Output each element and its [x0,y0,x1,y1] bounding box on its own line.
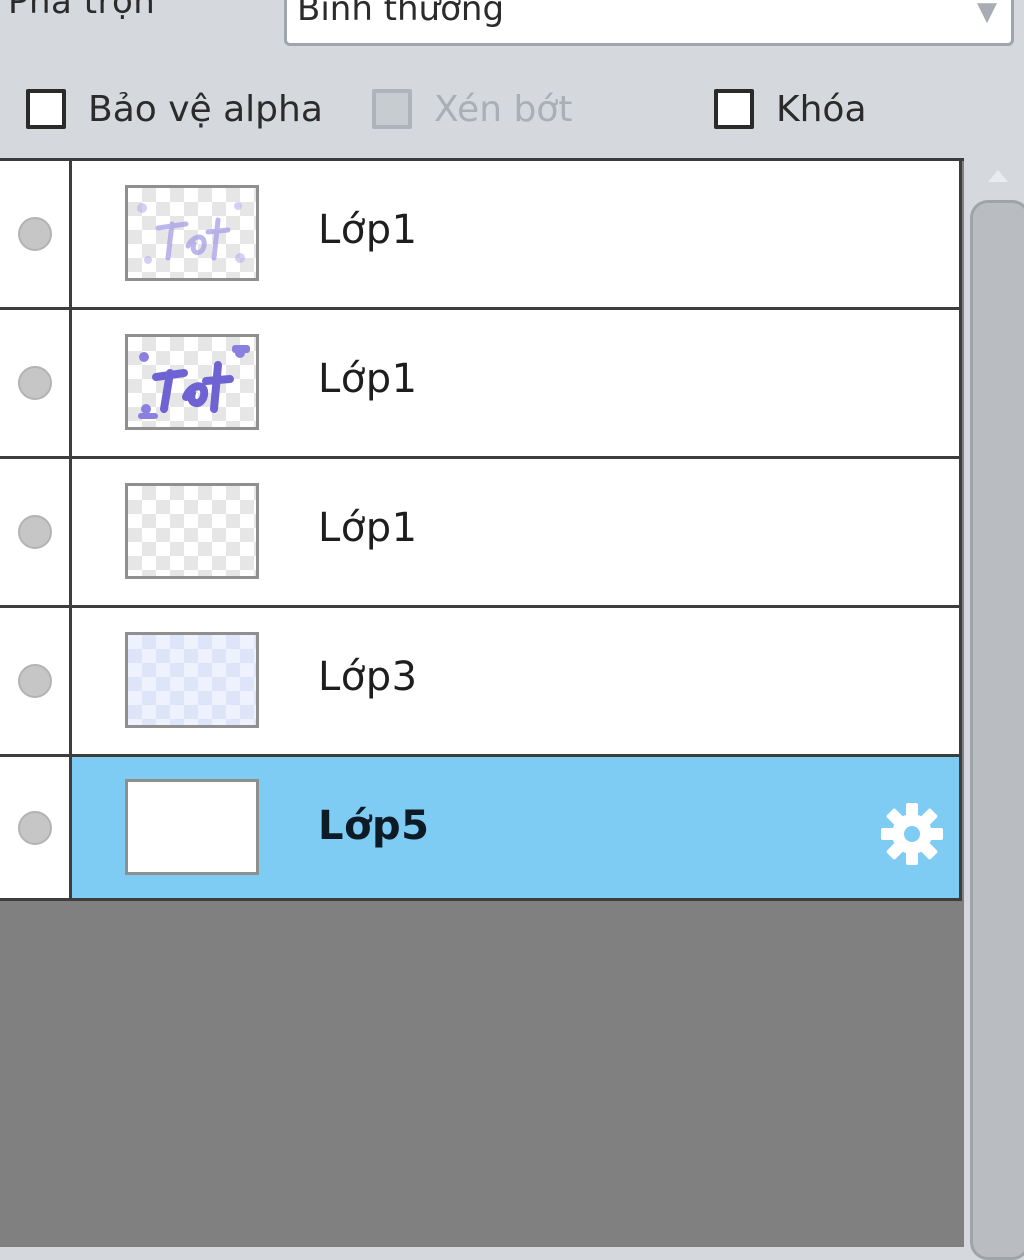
scrollbar-thumb[interactable] [970,200,1024,1260]
clip-option: Xén bớt [372,84,572,134]
layer-name: Lớp1 [318,207,418,253]
layer-name: Lớp5 [318,803,430,849]
visibility-cell[interactable] [0,608,72,754]
layer-name: Lớp1 [318,505,418,551]
alpha-protect-checkbox[interactable] [26,89,66,129]
visibility-dot-icon[interactable] [18,217,52,251]
layer-content[interactable]: Lớp1 [72,310,959,456]
layer-row[interactable]: Lớp1 [0,161,962,310]
scroll-up-arrow-icon[interactable] [988,170,1008,182]
alpha-protect-option[interactable]: Bảo vệ alpha [26,84,323,134]
visibility-cell[interactable] [0,310,72,456]
layer-thumbnail [125,483,259,579]
lock-checkbox[interactable] [714,89,754,129]
lock-option[interactable]: Khóa [714,84,867,134]
layer-content[interactable]: Lớp3 [72,608,959,754]
layer-row-selected[interactable]: Lớp5 [0,757,962,901]
visibility-dot-icon[interactable] [18,366,52,400]
layer-content[interactable]: Lớp1 [72,161,959,307]
layer-name: Lớp1 [318,356,418,402]
gear-icon[interactable] [879,801,945,867]
layer-content[interactable]: Lớp1 [72,459,959,605]
clip-checkbox [372,89,412,129]
layer-thumbnail [125,632,259,728]
visibility-dot-icon[interactable] [18,664,52,698]
alpha-protect-label: Bảo vệ alpha [88,88,323,130]
chevron-down-icon: ▼ [977,0,997,27]
vertical-scrollbar[interactable] [964,158,1024,1260]
layer-name: Lớp3 [318,654,418,700]
layer-row[interactable]: Lớp1 [0,310,962,459]
visibility-dot-icon[interactable] [18,811,52,845]
clip-label: Xén bớt [434,88,573,130]
layer-thumbnail [125,334,259,430]
visibility-cell[interactable] [0,757,72,898]
layer-thumbnail [125,185,259,281]
blend-mode-label: Pha trộn [8,0,156,22]
visibility-cell[interactable] [0,459,72,605]
layer-row[interactable]: Lớp1 [0,459,962,608]
blend-mode-select[interactable]: Bình thường ▼ [284,0,1014,46]
layer-list: Lớp1 Lớp1 Lớp1 Lớp3 Lớp5 [0,158,964,1247]
layer-content[interactable]: Lớp5 [72,757,959,898]
blend-mode-value: Bình thường [297,0,505,29]
visibility-cell[interactable] [0,161,72,307]
lock-label: Khóa [776,88,867,130]
visibility-dot-icon[interactable] [18,515,52,549]
layer-row[interactable]: Lớp3 [0,608,962,757]
layer-thumbnail [125,779,259,875]
lettering-thumbnail-icon [138,345,250,419]
lettering-thumbnail-icon [137,202,245,264]
